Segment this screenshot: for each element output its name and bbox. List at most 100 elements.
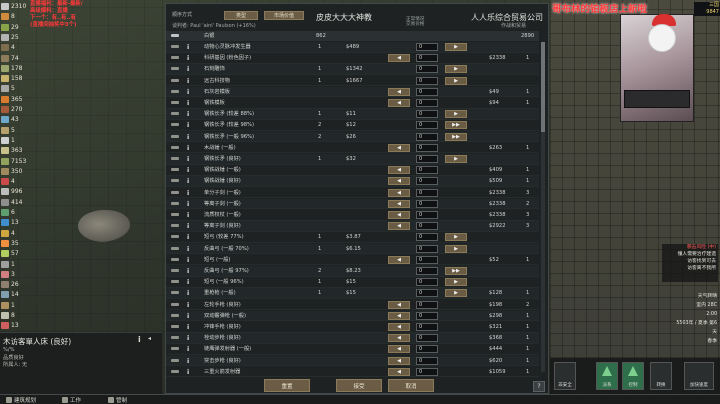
trade-row[interactable]: i 等离子剑 (良好) ◀ 0 $2922 3: [166, 221, 539, 232]
transfer-right-button[interactable]: ▶▶: [445, 132, 467, 141]
alert-item[interactable]: 懂人需要治疗建造: [662, 251, 718, 258]
trade-row[interactable]: i 反曲弓 (一般 97%) 2 $8.23 0 ▶▶: [166, 266, 539, 277]
transfer-count-input[interactable]: 0: [416, 323, 438, 331]
trade-row[interactable]: i 钢铁长矛 (较差 98%) 2 $12 0 ▶▶: [166, 120, 539, 131]
trade-row[interactable]: i 短弓 (一般 96%) 1 $15 0 ▶: [166, 277, 539, 288]
safety-button[interactable]: 非安全: [554, 362, 576, 390]
info-icon[interactable]: i: [187, 177, 189, 185]
trade-row[interactable]: i 动物心灵脉冲发生器 1 $489 0 ▶: [166, 42, 539, 53]
info-icon[interactable]: i: [187, 121, 189, 129]
trade-row[interactable]: i 重枪枪 (一般) 1 $15 0 ▶ $128 1: [166, 288, 539, 299]
trade-row[interactable]: i 钢铁战锤 (良好) ◀ 0 $509 1: [166, 176, 539, 187]
resource-item[interactable]: 4: [1, 43, 15, 52]
info-icon[interactable]: i: [187, 99, 189, 107]
transfer-left-button[interactable]: ◀: [388, 311, 410, 320]
transfer-right-button[interactable]: ▶: [445, 233, 467, 242]
resource-item[interactable]: 8: [1, 12, 15, 21]
info-icon[interactable]: i: [187, 301, 189, 309]
transfer-count-input[interactable]: 0: [416, 110, 438, 119]
transfer-left-button[interactable]: ◀: [388, 166, 410, 175]
alert-item[interactable]: 访客找到可去: [662, 258, 718, 265]
info-icon[interactable]: i: [187, 267, 189, 275]
resource-item[interactable]: 74: [1, 54, 19, 63]
transfer-right-button[interactable]: ▶: [445, 110, 467, 119]
resource-item[interactable]: 996: [1, 187, 22, 196]
transfer-count-input[interactable]: 0: [416, 278, 438, 287]
transfer-right-button[interactable]: ▶: [445, 76, 467, 85]
toggle-button[interactable]: 转换: [650, 362, 672, 390]
transfer-count-input[interactable]: 0: [416, 132, 438, 141]
transfer-count-input[interactable]: 0: [416, 267, 438, 275]
transfer-left-button[interactable]: ◀: [388, 54, 410, 63]
info-icon[interactable]: i: [187, 43, 189, 51]
cancel-button[interactable]: 取消: [388, 379, 434, 392]
info-icon[interactable]: i: [187, 323, 189, 331]
trade-row[interactable]: i 远古科技物 1 $1667 0 ▶: [166, 76, 539, 87]
trade-row[interactable]: i 突击步枪 (良好) ◀ 0 $620 1: [166, 355, 539, 367]
transfer-count-input[interactable]: 0: [416, 121, 438, 130]
trade-row[interactable]: i 钢铁战锤 (一般) ◀ 0 $409 1: [166, 165, 539, 176]
transfer-count-input[interactable]: 0: [416, 99, 438, 107]
transfer-right-button[interactable]: ▶: [445, 289, 467, 298]
resource-item[interactable]: 5: [1, 126, 15, 135]
resource-item[interactable]: 57: [1, 249, 19, 258]
speed-button[interactable]: 加快速度: [684, 362, 714, 390]
resource-item[interactable]: 363: [1, 146, 22, 155]
info-icon[interactable]: i: [187, 110, 189, 118]
trade-row[interactable]: i 科研基因 (粉色因子) ◀ 0 $2338 1: [166, 53, 539, 64]
transfer-count-input[interactable]: 0: [416, 345, 438, 354]
transfer-count-input[interactable]: 0: [416, 244, 438, 253]
transfer-left-button[interactable]: ◀: [388, 211, 410, 219]
trade-row[interactable]: i 石刻雕饰 1 $1342 0 ▶: [166, 64, 539, 75]
transfer-right-button[interactable]: ▶: [445, 65, 467, 74]
transfer-left-button[interactable]: ◀: [388, 177, 410, 186]
transfer-left-button[interactable]: ◀: [388, 222, 410, 231]
transfer-count-input[interactable]: 0: [416, 155, 438, 163]
info-icon[interactable]: i: [187, 211, 189, 219]
transfer-left-button[interactable]: ◀: [388, 345, 410, 354]
transfer-left-button[interactable]: ◀: [388, 356, 410, 365]
resource-item[interactable]: 25: [1, 33, 19, 42]
trade-row[interactable]: i 双动霰弹枪 (一般) ◀ 0 $298 1: [166, 310, 539, 322]
menu-icon[interactable]: ◂: [148, 335, 151, 342]
transfer-right-button[interactable]: ▶: [445, 278, 467, 287]
resource-item[interactable]: 4: [1, 229, 15, 238]
trade-row[interactable]: i 三重火箭发射器 ◀ 0 $1059 1: [166, 367, 539, 378]
transfer-count-input[interactable]: 0: [416, 87, 438, 96]
transfer-left-button[interactable]: ◀: [388, 334, 410, 343]
info-icon[interactable]: i: [187, 256, 189, 264]
transfer-count-input[interactable]: 0: [416, 311, 438, 320]
transfer-count-input[interactable]: 0: [416, 65, 438, 74]
transfer-count-input[interactable]: 0: [416, 143, 438, 152]
resource-item[interactable]: 26: [1, 280, 19, 289]
resource-item[interactable]: 35: [1, 239, 19, 248]
tab-architect[interactable]: 建筑规划: [6, 395, 36, 404]
transfer-left-button[interactable]: ◀: [388, 87, 410, 96]
animal-sprite[interactable]: [78, 210, 130, 242]
help-button[interactable]: ?: [533, 381, 545, 392]
info-icon[interactable]: i: [187, 312, 189, 320]
trade-scrollbar[interactable]: [541, 42, 545, 372]
trade-row[interactable]: i 短弓 (一般) ◀ 0 $52 1: [166, 255, 539, 266]
trade-row[interactable]: i 钢铁长矛 (较差 88%) 1 $11 0 ▶: [166, 109, 539, 120]
trade-row[interactable]: i 单分子剑 (一般) ◀ 0 $2338 3: [166, 188, 539, 199]
resource-item[interactable]: 350: [1, 167, 22, 176]
trade-row[interactable]: i 链鹰弹发射器 (一般) ◀ 0 $444 1: [166, 344, 539, 355]
info-icon[interactable]: i: [187, 278, 189, 286]
resource-item[interactable]: 365: [1, 95, 22, 104]
transfer-count-input[interactable]: 0: [416, 188, 438, 197]
trade-row[interactable]: i 流质权杖 (一般) ◀ 0 $2338 3: [166, 210, 539, 221]
info-icon[interactable]: i: [187, 77, 189, 85]
resource-item[interactable]: 13: [1, 321, 19, 330]
transfer-right-button[interactable]: ▶: [445, 43, 467, 51]
resource-item[interactable]: 158: [1, 74, 22, 83]
resource-item[interactable]: 6: [1, 208, 15, 217]
transfer-count-input[interactable]: 0: [416, 356, 438, 365]
trade-row[interactable]: i 短弓 (较差 77%) 1 $3.87 0 ▶: [166, 232, 539, 243]
transfer-count-input[interactable]: 0: [416, 43, 438, 51]
resource-item[interactable]: 5: [1, 84, 15, 93]
info-icon[interactable]: i: [187, 200, 189, 208]
resource-item[interactable]: 13: [1, 218, 19, 227]
info-icon[interactable]: i: [187, 144, 189, 152]
info-icon[interactable]: i: [187, 65, 189, 73]
